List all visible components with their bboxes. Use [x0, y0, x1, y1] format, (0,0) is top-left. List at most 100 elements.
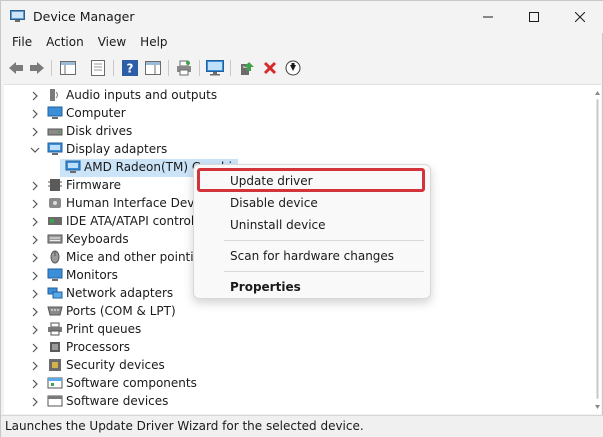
disk-icon [47, 128, 63, 136]
chevron-right-icon[interactable] [30, 217, 40, 227]
status-text: Launches the Update Driver Wizard for th… [5, 419, 364, 433]
context-menu: Update driver Disable device Uninstall d… [193, 164, 431, 299]
chevron-right-icon[interactable] [30, 325, 40, 335]
properties-icon [91, 60, 105, 76]
processor-icon [50, 342, 60, 352]
chevron-right-icon[interactable] [30, 271, 40, 281]
add-driver-icon [241, 62, 254, 75]
help-button[interactable]: ? [120, 58, 140, 78]
maximize-icon [529, 12, 539, 22]
ide-controller-icon [48, 217, 62, 225]
speaker-icon [50, 89, 58, 101]
svg-text:?: ? [127, 62, 134, 76]
toolbar: ? [1, 55, 603, 81]
menu-bar: File Action View Help [1, 33, 603, 53]
back-button[interactable] [6, 58, 26, 78]
tree-label-display-adapters: Display adapters [66, 142, 168, 156]
chevron-right-icon[interactable] [30, 307, 40, 317]
uninstall-button[interactable] [260, 58, 280, 78]
display-adapter-icon [65, 160, 81, 173]
toolbar-separator [199, 60, 200, 76]
update-driver-highlight-box [197, 168, 425, 192]
tree-label-software-devices: Software devices [66, 394, 169, 408]
software-device-icon [47, 395, 63, 407]
close-button[interactable] [557, 1, 603, 33]
chevron-right-icon[interactable] [30, 397, 40, 407]
chevron-right-icon[interactable] [30, 289, 40, 299]
console-tree-icon [60, 61, 76, 75]
tree-label-audio: Audio inputs and outputs [66, 88, 218, 102]
menu-file[interactable]: File [5, 33, 39, 53]
device-manager-window: Device Manager File Action View Help ? A… [0, 0, 603, 437]
hid-icon [49, 198, 61, 208]
chevron-down-icon[interactable] [30, 145, 40, 155]
action-pane-button[interactable] [143, 58, 163, 78]
ctx-properties[interactable]: Properties [198, 276, 426, 298]
forward-button[interactable] [27, 58, 47, 78]
chevron-right-icon[interactable] [30, 253, 40, 263]
toolbar-separator [113, 60, 114, 76]
toolbar-separator [230, 60, 231, 76]
properties-button[interactable] [88, 58, 108, 78]
firmware-icon [48, 179, 62, 191]
download-icon [285, 60, 301, 76]
tree-label-network: Network adapters [66, 286, 174, 300]
ctx-uninstall-device[interactable]: Uninstall device [198, 214, 426, 236]
tree-label-processors: Processors [66, 340, 131, 354]
rollback-button[interactable] [283, 58, 303, 78]
uninstall-x-icon [263, 61, 277, 75]
title-bar[interactable]: Device Manager [1, 1, 603, 33]
chevron-right-icon[interactable] [30, 343, 40, 353]
print-icon [177, 60, 191, 76]
computer-icon [47, 106, 63, 119]
scan-hardware-button[interactable] [205, 58, 225, 78]
chevron-right-icon[interactable] [30, 361, 40, 371]
tree-label-print-queues: Print queues [66, 322, 142, 336]
device-manager-icon [10, 10, 25, 22]
tree-label-ports: Ports (COM & LPT) [66, 304, 176, 318]
ctx-scan-hardware[interactable]: Scan for hardware changes [198, 245, 426, 267]
tree-label-keyboards: Keyboards [66, 232, 129, 246]
menu-action[interactable]: Action [39, 33, 91, 53]
chevron-right-icon[interactable] [30, 199, 40, 209]
chevron-right-icon[interactable] [30, 235, 40, 245]
minimize-button[interactable] [465, 1, 511, 33]
close-icon [575, 12, 585, 22]
chevron-right-icon[interactable] [30, 127, 40, 137]
security-icon [49, 359, 61, 371]
network-icon [47, 287, 63, 299]
tree-label-monitors: Monitors [66, 268, 118, 282]
monitor-icon [206, 60, 224, 76]
chevron-right-icon[interactable] [30, 379, 40, 389]
vertical-scrollbar[interactable] [594, 85, 601, 414]
keyboard-icon [47, 234, 63, 244]
update-driver-toolbar-button[interactable] [237, 58, 257, 78]
chevron-right-icon[interactable] [30, 109, 40, 119]
action-pane-icon [145, 61, 161, 75]
mouse-icon [50, 250, 60, 264]
chevron-right-icon[interactable] [30, 91, 40, 101]
monitor-icon [47, 268, 63, 281]
ctx-disable-device[interactable]: Disable device [198, 192, 426, 214]
software-component-icon [47, 377, 63, 389]
forward-arrow-icon [30, 62, 44, 74]
ctx-separator [224, 240, 424, 241]
maximize-button[interactable] [511, 1, 557, 33]
tree-label-disk: Disk drives [66, 124, 133, 138]
menu-view[interactable]: View [91, 33, 133, 53]
show-console-tree-button[interactable] [58, 58, 78, 78]
print-button[interactable] [174, 58, 194, 78]
status-bar: Launches the Update Driver Wizard for th… [1, 415, 603, 437]
tree-label-firmware: Firmware [66, 178, 121, 192]
tree-label-software-components: Software components [66, 376, 197, 390]
toolbar-separator [51, 60, 52, 76]
menu-help[interactable]: Help [133, 33, 174, 53]
tree-label-security: Security devices [66, 358, 165, 372]
help-icon: ? [122, 60, 138, 76]
minimize-icon [483, 16, 493, 18]
toolbar-separator [168, 60, 169, 76]
tree-label-computer: Computer [66, 106, 126, 120]
printer-icon [48, 322, 62, 336]
back-arrow-icon [9, 62, 23, 74]
chevron-right-icon[interactable] [30, 181, 40, 191]
